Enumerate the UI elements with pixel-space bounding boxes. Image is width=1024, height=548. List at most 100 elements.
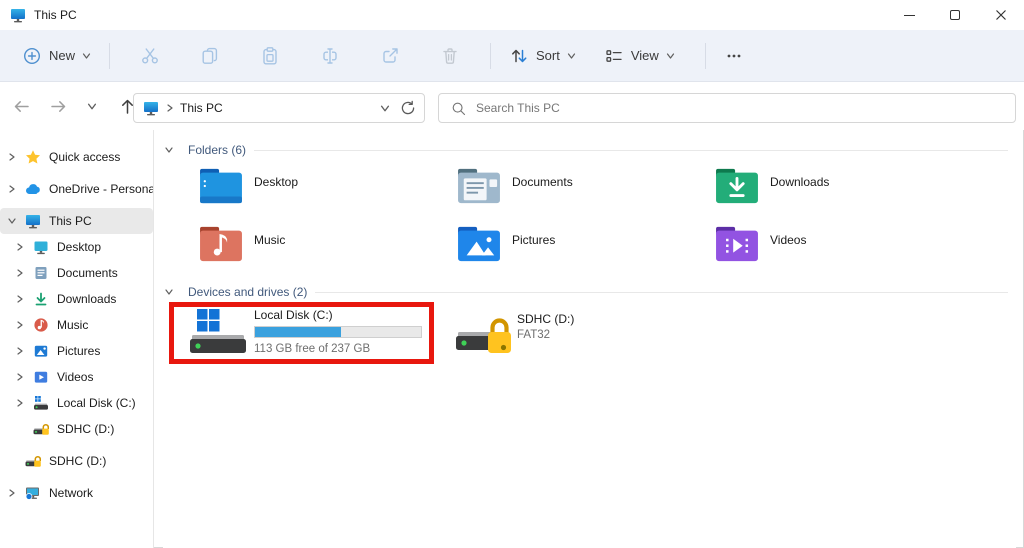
folder-label: Documents (512, 175, 573, 189)
share-button[interactable] (372, 40, 408, 72)
navigation-sidebar: Quick access OneDrive - Personal This PC… (0, 130, 153, 548)
address-bar[interactable]: This PC (133, 93, 425, 123)
chevron-right-icon[interactable] (6, 151, 18, 163)
chevron-right-icon[interactable] (6, 183, 18, 195)
copy-button[interactable] (192, 40, 228, 72)
view-button[interactable]: View (596, 40, 683, 72)
breadcrumb-separator-icon (166, 104, 174, 112)
folder-tile-videos[interactable]: Videos (679, 224, 937, 264)
folder-tile-desktop[interactable]: Desktop (163, 166, 421, 206)
sidebar-item-label: Quick access (49, 150, 120, 164)
section-title: Folders (6) (188, 143, 246, 157)
toolbar-separator (109, 43, 110, 69)
delete-button[interactable] (432, 40, 468, 72)
new-button[interactable]: New (14, 40, 99, 72)
back-button[interactable] (8, 93, 34, 119)
chevron-right-icon[interactable] (14, 293, 26, 305)
search-icon (451, 101, 466, 116)
share-icon (380, 46, 400, 66)
section-collapse-chevron-icon[interactable] (163, 144, 175, 156)
section-title: Devices and drives (2) (188, 285, 307, 299)
folder-tile-documents[interactable]: Documents (421, 166, 679, 206)
folder-row-1: Desktop Documents Downloads (163, 166, 937, 206)
sidebar-item-music[interactable]: Music (0, 312, 153, 338)
refresh-icon[interactable] (400, 100, 416, 116)
sidebar-item-label: SDHC (D:) (49, 454, 106, 468)
folder-tile-music[interactable]: Music (163, 224, 421, 264)
sidebar-item-label: Music (57, 318, 88, 332)
chevron-right-icon[interactable] (14, 241, 26, 253)
network-icon (25, 485, 41, 501)
sidebar-item-videos[interactable]: Videos (0, 364, 153, 390)
copy-icon (200, 46, 220, 66)
folder-downloads-icon (714, 166, 760, 206)
chevron-right-icon[interactable] (14, 319, 26, 331)
title-bar: This PC (0, 0, 1024, 30)
drive-tile-sdhc-d[interactable]: SDHC (D:) FAT32 (455, 312, 574, 358)
chevron-down-icon[interactable] (6, 215, 18, 227)
toolbar-separator (490, 43, 491, 69)
sidebar-item-pictures[interactable]: Pictures (0, 338, 153, 364)
sidebar-item-label: OneDrive - Personal (49, 182, 153, 196)
desktop-monitor-icon (33, 239, 49, 255)
close-button[interactable] (978, 0, 1024, 30)
breadcrumb-this-pc[interactable]: This PC (180, 101, 223, 115)
sidebar-item-quick-access[interactable]: Quick access (0, 144, 153, 170)
onedrive-cloud-icon (25, 181, 41, 197)
address-dropdown-chevron-icon[interactable] (381, 103, 390, 113)
chevron-right-icon[interactable] (6, 487, 18, 499)
windows-drive-icon (188, 308, 248, 356)
sidebar-item-network[interactable]: Network (0, 480, 153, 506)
chevron-right-icon[interactable] (14, 345, 26, 357)
file-list-area: Folders (6) Desktop Documents Downloads … (163, 130, 1016, 548)
folder-tile-downloads[interactable]: Downloads (679, 166, 937, 206)
folder-tile-pictures[interactable]: Pictures (421, 224, 679, 264)
recent-locations-button[interactable] (79, 93, 105, 119)
section-collapse-chevron-icon[interactable] (163, 286, 175, 298)
new-button-label: New (49, 48, 75, 63)
sidebar-item-onedrive[interactable]: OneDrive - Personal (0, 176, 153, 202)
locked-drive-icon (33, 421, 49, 437)
chevron-right-icon[interactable] (14, 371, 26, 383)
sidebar-item-downloads[interactable]: Downloads (0, 286, 153, 312)
sort-button[interactable]: Sort (501, 40, 584, 72)
paste-button[interactable] (252, 40, 288, 72)
sidebar-divider (153, 130, 154, 548)
search-input[interactable] (476, 101, 1015, 115)
rename-button[interactable] (312, 40, 348, 72)
search-box[interactable] (438, 93, 1016, 123)
sidebar-item-this-pc[interactable]: This PC (0, 208, 153, 234)
sidebar-item-local-disk-c[interactable]: Local Disk (C:) (0, 390, 153, 416)
folder-music-icon (198, 224, 244, 264)
chevron-down-icon (83, 51, 91, 60)
minimize-button[interactable] (886, 0, 932, 30)
forward-arrow-icon (49, 97, 68, 116)
chevron-right-icon[interactable] (14, 267, 26, 279)
sidebar-item-label: Documents (57, 266, 118, 280)
sidebar-item-label: Desktop (57, 240, 101, 254)
sidebar-item-sdhc-d-root[interactable]: SDHC (D:) (0, 448, 153, 474)
plus-circle-icon (22, 46, 42, 66)
sort-button-label: Sort (536, 48, 560, 63)
cut-button[interactable] (132, 40, 168, 72)
chevron-right-icon[interactable] (14, 397, 26, 409)
delete-icon (440, 46, 460, 66)
file-explorer-window: { "window": { "title": "This PC", "contr… (0, 0, 1024, 548)
drive-tile-local-disk-c[interactable]: Local Disk (C:) 113 GB free of 237 GB (188, 308, 422, 356)
chevron-spacer (14, 423, 26, 435)
forward-button[interactable] (45, 93, 71, 119)
this-pc-icon (10, 7, 26, 23)
command-toolbar: New (0, 30, 1024, 82)
drives-row: Local Disk (C:) 113 GB free of 237 GB SD… (163, 304, 1008, 364)
this-pc-icon (143, 100, 159, 116)
drive-usage-fill (255, 327, 341, 337)
sidebar-item-documents[interactable]: Documents (0, 260, 153, 286)
drive-free-space: 113 GB free of 237 GB (254, 343, 422, 355)
sidebar-item-sdhc-d[interactable]: SDHC (D:) (0, 416, 153, 442)
sidebar-item-desktop[interactable]: Desktop (0, 234, 153, 260)
more-options-button[interactable] (716, 40, 752, 72)
maximize-button[interactable] (932, 0, 978, 30)
toolbar-separator (705, 43, 706, 69)
sidebar-item-label: SDHC (D:) (57, 422, 114, 436)
sort-arrows-icon (509, 46, 529, 66)
